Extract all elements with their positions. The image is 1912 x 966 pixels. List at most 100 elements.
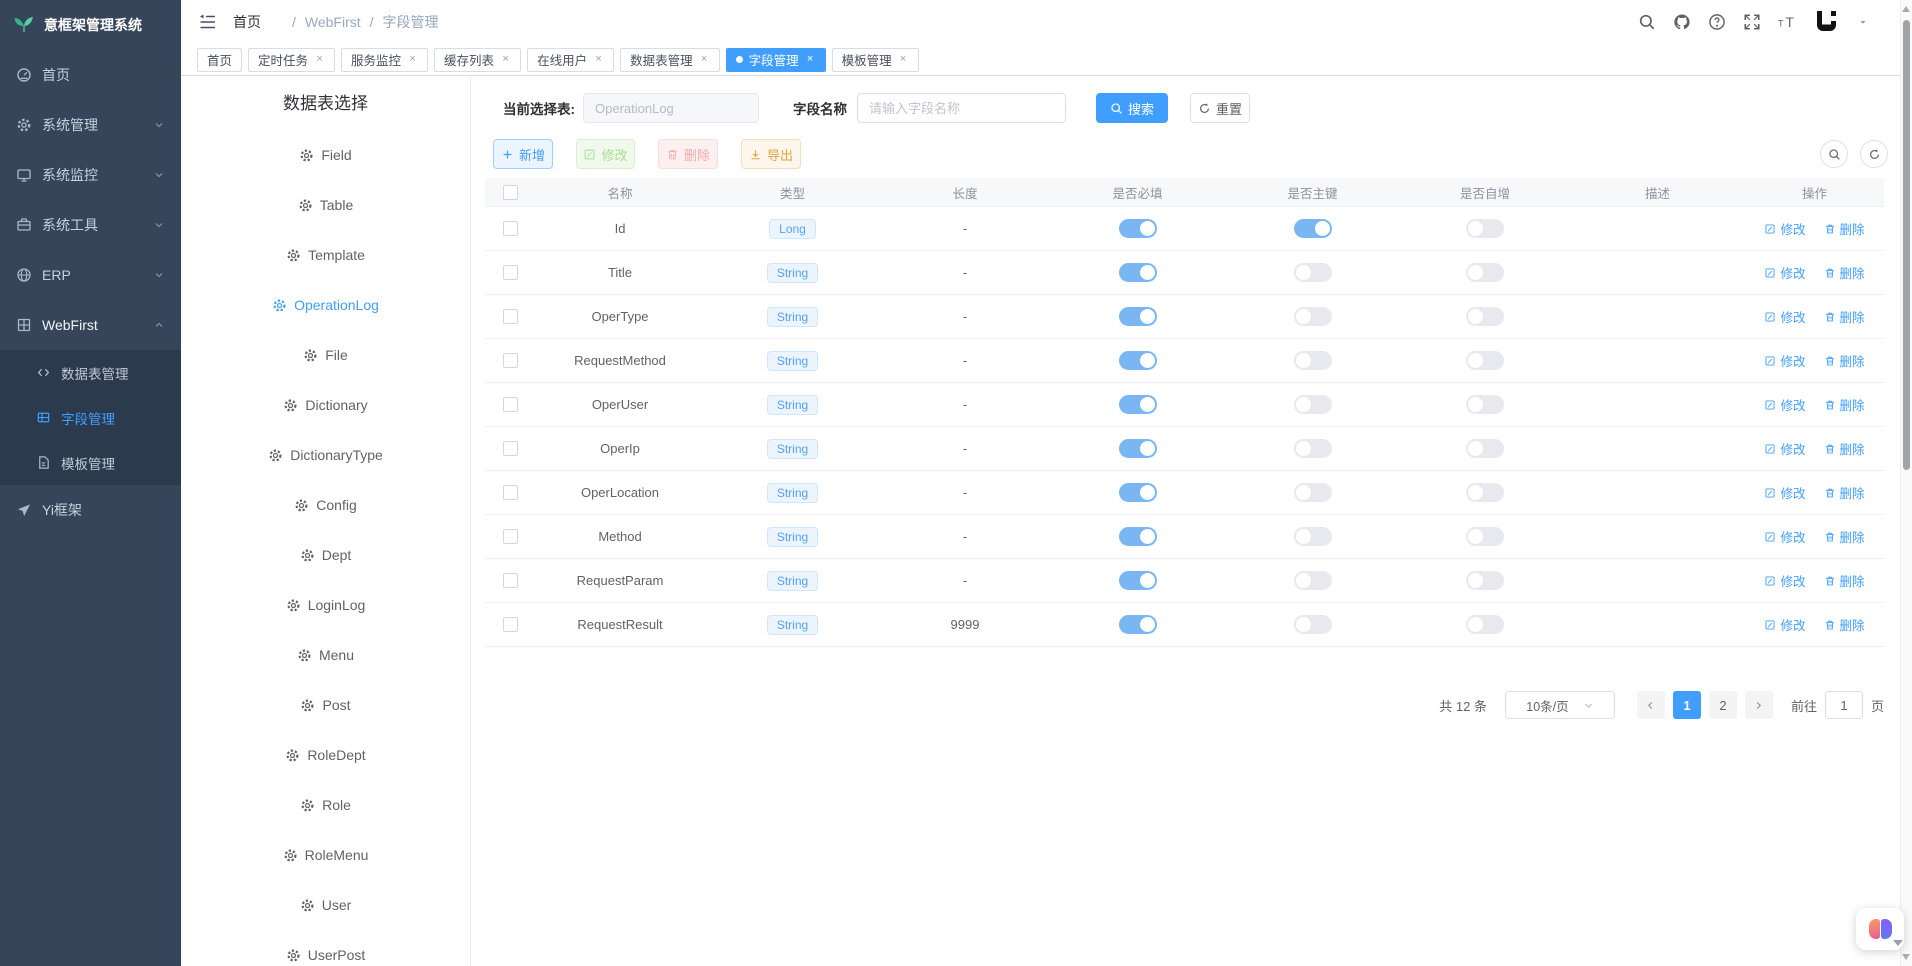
export-button[interactable]: 导出	[741, 139, 801, 169]
scrollbar-thumb[interactable]	[1903, 20, 1910, 470]
row-delete-button[interactable]: 删除	[1824, 571, 1865, 590]
sidebar-item-system-tools[interactable]: 系统工具	[0, 200, 181, 250]
required-switch[interactable]	[1119, 439, 1157, 458]
auto-increment-switch[interactable]	[1466, 527, 1504, 546]
close-icon[interactable]: ×	[805, 54, 816, 65]
sidebar-item-system-monitor[interactable]: 系统监控	[0, 150, 181, 200]
table-search-button[interactable]	[1820, 140, 1848, 168]
tab-5[interactable]: 数据表管理×	[620, 48, 720, 72]
auto-increment-switch[interactable]	[1466, 395, 1504, 414]
page-size-select[interactable]: 10条/页	[1505, 691, 1615, 719]
primary-key-switch[interactable]	[1294, 395, 1332, 414]
primary-key-switch[interactable]	[1294, 571, 1332, 590]
tab-3[interactable]: 缓存列表×	[434, 48, 521, 72]
row-edit-button[interactable]: 修改	[1764, 571, 1805, 590]
tab-1[interactable]: 定时任务×	[248, 48, 335, 72]
sidebar-item-home[interactable]: 首页	[0, 50, 181, 100]
breadcrumb-home[interactable]: 首页	[233, 12, 283, 32]
primary-key-switch[interactable]	[1294, 219, 1332, 238]
row-checkbox[interactable]	[503, 573, 518, 588]
required-switch[interactable]	[1119, 307, 1157, 326]
sidebar-item-system-management[interactable]: 系统管理	[0, 100, 181, 150]
close-icon[interactable]: ×	[314, 54, 325, 65]
auto-increment-switch[interactable]	[1466, 351, 1504, 370]
row-delete-button[interactable]: 删除	[1824, 307, 1865, 326]
close-icon[interactable]: ×	[699, 54, 710, 65]
primary-key-switch[interactable]	[1294, 351, 1332, 370]
search-icon[interactable]	[1638, 13, 1656, 31]
scroll-up-arrow[interactable]	[1902, 6, 1910, 12]
tree-item-rolemenu[interactable]: RoleMenu	[181, 830, 470, 880]
row-checkbox[interactable]	[503, 485, 518, 500]
reset-button[interactable]: 重置	[1190, 93, 1250, 123]
sidebar-item-yi-framework[interactable]: Yi框架	[0, 485, 181, 535]
row-checkbox[interactable]	[503, 353, 518, 368]
required-switch[interactable]	[1119, 527, 1157, 546]
auto-increment-switch[interactable]	[1466, 615, 1504, 634]
close-icon[interactable]: ×	[898, 54, 909, 65]
auto-increment-switch[interactable]	[1466, 571, 1504, 590]
tab-4[interactable]: 在线用户×	[527, 48, 614, 72]
tree-item-file[interactable]: File	[181, 330, 470, 380]
row-delete-button[interactable]: 删除	[1824, 527, 1865, 546]
tree-item-user[interactable]: User	[181, 880, 470, 930]
tree-item-template[interactable]: Template	[181, 230, 470, 280]
fullscreen-icon[interactable]	[1743, 13, 1761, 31]
row-edit-button[interactable]: 修改	[1764, 351, 1805, 370]
prev-page-button[interactable]	[1637, 691, 1665, 719]
row-checkbox[interactable]	[503, 441, 518, 456]
font-size-icon[interactable]: TT	[1778, 13, 1796, 31]
row-delete-button[interactable]: 删除	[1824, 615, 1865, 634]
tree-item-userpost[interactable]: UserPost	[181, 930, 470, 966]
auto-increment-switch[interactable]	[1466, 483, 1504, 502]
row-delete-button[interactable]: 删除	[1824, 263, 1865, 282]
row-delete-button[interactable]: 删除	[1824, 483, 1865, 502]
row-edit-button[interactable]: 修改	[1764, 263, 1805, 282]
tree-item-dictionary[interactable]: Dictionary	[181, 380, 470, 430]
row-edit-button[interactable]: 修改	[1764, 527, 1805, 546]
row-delete-button[interactable]: 删除	[1824, 219, 1865, 238]
row-edit-button[interactable]: 修改	[1764, 307, 1805, 326]
row-delete-button[interactable]: 删除	[1824, 395, 1865, 414]
close-icon[interactable]: ×	[500, 54, 511, 65]
goto-page-input[interactable]	[1825, 691, 1863, 719]
row-checkbox[interactable]	[503, 265, 518, 280]
field-name-input[interactable]	[857, 93, 1066, 123]
primary-key-switch[interactable]	[1294, 527, 1332, 546]
tree-item-dictionarytype[interactable]: DictionaryType	[181, 430, 470, 480]
current-table-input[interactable]	[583, 93, 759, 123]
primary-key-switch[interactable]	[1294, 483, 1332, 502]
auto-increment-switch[interactable]	[1466, 219, 1504, 238]
page-button-1[interactable]: 1	[1673, 691, 1701, 719]
table-refresh-button[interactable]	[1860, 140, 1888, 168]
row-edit-button[interactable]: 修改	[1764, 219, 1805, 238]
row-delete-button[interactable]: 删除	[1824, 351, 1865, 370]
tab-7[interactable]: 模板管理×	[832, 48, 919, 72]
tree-item-table[interactable]: Table	[181, 180, 470, 230]
row-checkbox[interactable]	[503, 617, 518, 632]
required-switch[interactable]	[1119, 351, 1157, 370]
tree-item-menu[interactable]: Menu	[181, 630, 470, 680]
close-icon[interactable]: ×	[593, 54, 604, 65]
row-checkbox[interactable]	[503, 529, 518, 544]
auto-increment-switch[interactable]	[1466, 307, 1504, 326]
tree-item-dept[interactable]: Dept	[181, 530, 470, 580]
sidebar-collapse-icon[interactable]	[197, 12, 217, 32]
chevron-down-icon[interactable]	[1858, 17, 1868, 27]
sidebar-item-field-management[interactable]: 字段管理	[0, 395, 181, 440]
row-delete-button[interactable]: 删除	[1824, 439, 1865, 458]
sidebar-item-erp[interactable]: ERP	[0, 250, 181, 300]
row-edit-button[interactable]: 修改	[1764, 395, 1805, 414]
tab-2[interactable]: 服务监控×	[341, 48, 428, 72]
user-avatar-logo[interactable]	[1813, 8, 1841, 36]
tree-item-roledept[interactable]: RoleDept	[181, 730, 470, 780]
auto-increment-switch[interactable]	[1466, 263, 1504, 282]
primary-key-switch[interactable]	[1294, 307, 1332, 326]
required-switch[interactable]	[1119, 483, 1157, 502]
sidebar-item-data-table-management[interactable]: 数据表管理	[0, 350, 181, 395]
page-button-2[interactable]: 2	[1709, 691, 1737, 719]
select-all-checkbox[interactable]	[503, 185, 518, 200]
delete-button[interactable]: 删除	[658, 139, 718, 169]
tree-item-role[interactable]: Role	[181, 780, 470, 830]
row-edit-button[interactable]: 修改	[1764, 439, 1805, 458]
